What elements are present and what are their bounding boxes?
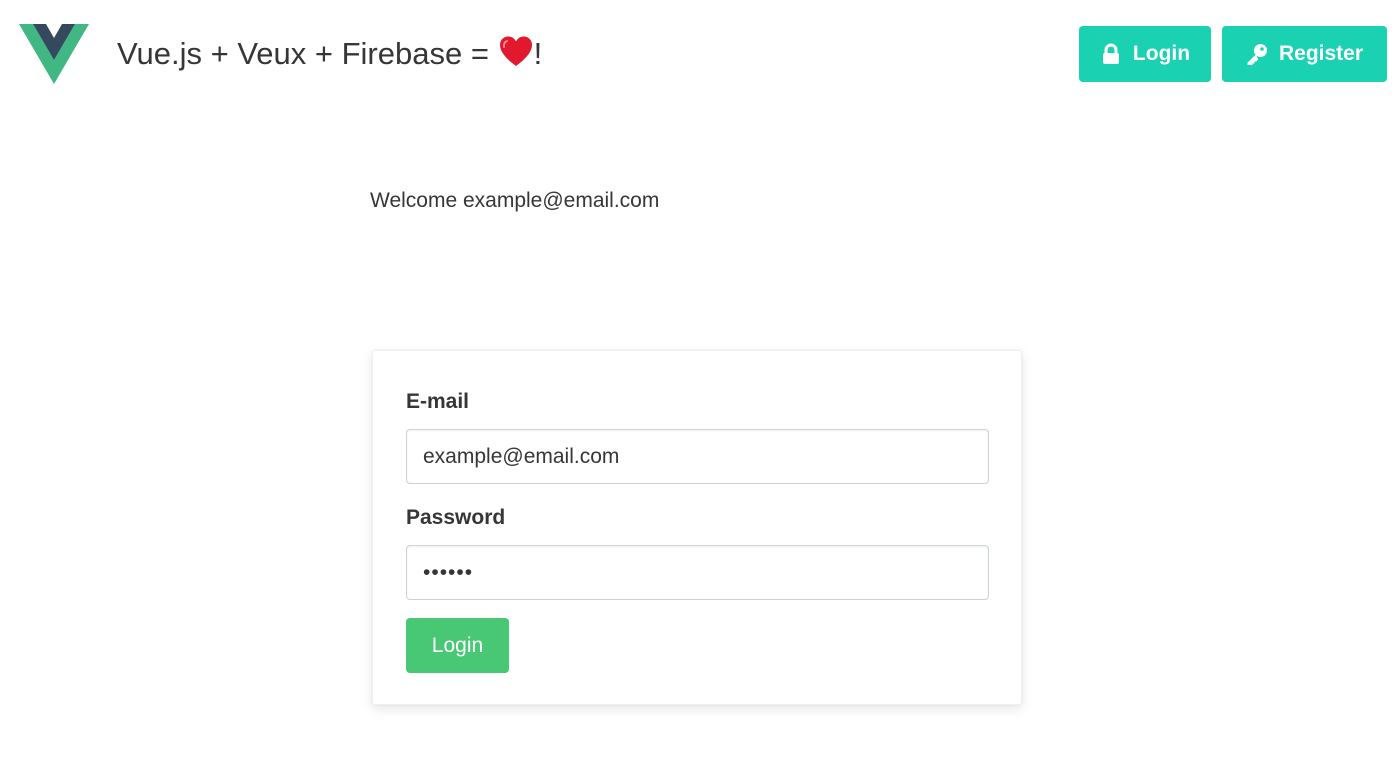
password-field[interactable]: [406, 545, 989, 600]
red-heart-icon: [499, 36, 532, 66]
navbar: Vue.js + Veux + Firebase = ! Login Regis…: [0, 0, 1400, 110]
title-suffix: !: [533, 36, 543, 71]
register-nav-button[interactable]: Register: [1222, 26, 1387, 82]
email-label: E-mail: [406, 390, 470, 413]
login-nav-label: Login: [1132, 42, 1191, 65]
login-nav-button[interactable]: Login: [1079, 26, 1211, 82]
login-submit-button[interactable]: Login: [406, 618, 509, 673]
page-title: Vue.js + Veux + Firebase = !: [117, 34, 542, 74]
password-label: Password: [406, 506, 506, 529]
welcome-message: Welcome example@email.com: [370, 189, 660, 212]
lock-icon: [1100, 43, 1122, 65]
email-field[interactable]: [406, 429, 989, 484]
title-text: Vue.js + Veux + Firebase =: [117, 36, 498, 71]
login-form-card: E-mail Password Login: [372, 350, 1022, 705]
vue-logo-icon[interactable]: [19, 24, 89, 84]
register-nav-label: Register: [1278, 42, 1364, 65]
key-icon: [1246, 43, 1268, 65]
